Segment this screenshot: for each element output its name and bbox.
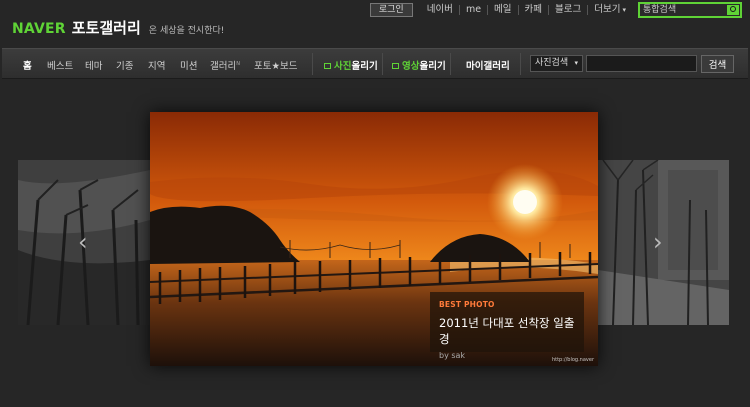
prev-photo[interactable]: ‹ xyxy=(18,160,150,325)
logo[interactable]: NAVER 포토갤러리 온 세상을 전시한다! xyxy=(12,17,224,38)
chevron-right-icon[interactable]: › xyxy=(653,228,663,256)
next-photo-image xyxy=(598,160,729,325)
photo-icon xyxy=(324,63,331,69)
tagline: 온 세상을 전시한다! xyxy=(148,26,225,36)
photo-caption[interactable]: BEST PHOTO 2011년 다대포 선착장 일출경 by sak xyxy=(430,292,584,360)
logo-title[interactable]: 포토갤러리 xyxy=(72,17,141,38)
util-link-cafe[interactable]: 카페 xyxy=(517,4,548,15)
caret-down-icon: ▾ xyxy=(574,59,578,67)
util-link-mail[interactable]: 메일 xyxy=(487,4,517,15)
photo-upload-label: 사진 xyxy=(334,61,352,72)
login-button[interactable]: 로그인 xyxy=(369,2,413,17)
chevron-left-icon[interactable]: ‹ xyxy=(78,228,88,256)
nav-item-home[interactable]: 홈 xyxy=(23,58,32,72)
nav-divider xyxy=(312,53,313,75)
nav-item-mission[interactable]: 미션 xyxy=(180,58,197,72)
logo-brand[interactable]: NAVER xyxy=(12,21,66,37)
nav-item-best[interactable]: 베스트 xyxy=(47,58,73,72)
photo-upload-rest: 올리기 xyxy=(351,61,378,72)
nav-item-camera[interactable]: 기종 xyxy=(116,58,133,72)
next-photo[interactable]: › xyxy=(598,160,729,325)
caret-down-icon: ▾ xyxy=(622,5,626,14)
nav-divider xyxy=(450,53,451,75)
new-badge: N xyxy=(236,60,240,67)
util-link-blog[interactable]: 블로그 xyxy=(548,4,587,15)
search-button[interactable]: 검색 xyxy=(701,55,734,73)
util-link-naver[interactable]: 네이버 xyxy=(421,4,459,15)
video-upload-rest: 올리기 xyxy=(419,61,446,72)
nav-item-gallery[interactable]: 갤러리N xyxy=(210,58,240,72)
util-link-more[interactable]: 더보기 ▾ xyxy=(587,3,632,15)
nav-divider xyxy=(382,53,383,75)
search-type-select[interactable]: 사진검색 ▾ xyxy=(530,55,583,72)
video-upload-link[interactable]: 영상올리기 xyxy=(392,58,446,72)
featured-photo[interactable]: BEST PHOTO 2011년 다대포 선착장 일출경 by sak http… xyxy=(150,112,598,366)
photo-search-input[interactable] xyxy=(586,55,697,72)
header: NAVER 포토갤러리 온 세상을 전시한다! 로그인 네이버 me 메일 카페… xyxy=(0,0,750,48)
photo-credit: http://blog.naver xyxy=(551,357,594,363)
search-icon[interactable] xyxy=(727,4,739,15)
nav-divider xyxy=(520,53,521,75)
caption-label: BEST PHOTO xyxy=(439,300,495,309)
global-search-input[interactable] xyxy=(640,3,740,16)
caption-title[interactable]: 2011년 다대포 선착장 일출경 xyxy=(439,315,575,347)
video-upload-label: 영상 xyxy=(402,61,420,72)
nav-item-photoboard[interactable]: 포토★보드 xyxy=(254,58,297,72)
nav-item-theme[interactable]: 테마 xyxy=(85,58,102,72)
gallery-label: 갤러리 xyxy=(210,61,237,72)
search-type-label: 사진검색 xyxy=(535,58,569,68)
utility-bar: 로그인 네이버 me 메일 카페 블로그 더보기 ▾ xyxy=(369,1,742,18)
more-label: 더보기 xyxy=(594,3,621,15)
my-gallery-link[interactable]: 마이갤러리 xyxy=(466,58,510,72)
nav-item-region[interactable]: 지역 xyxy=(148,58,165,72)
main-nav: 홈 베스트 테마 기종 지역 미션 갤러리N 포토★보드 사진올리기 영상올리기… xyxy=(2,48,748,79)
global-search xyxy=(638,1,742,18)
video-icon xyxy=(392,63,399,69)
photo-upload-link[interactable]: 사진올리기 xyxy=(324,58,378,72)
util-link-me[interactable]: me xyxy=(458,4,487,15)
